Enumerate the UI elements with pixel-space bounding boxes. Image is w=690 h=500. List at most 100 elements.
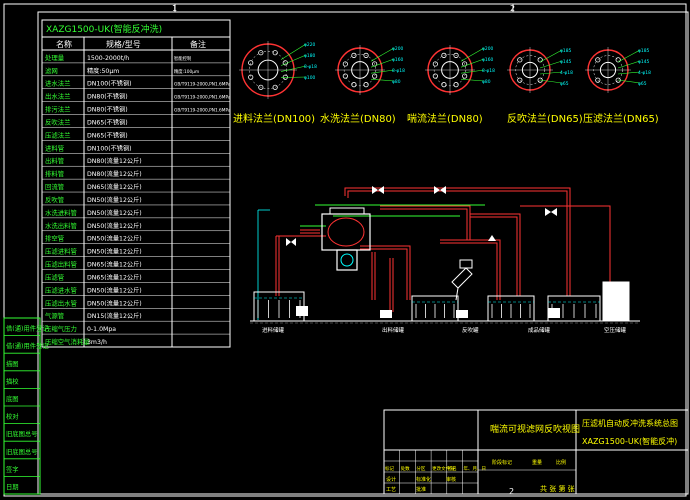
table-cell-note: 精度:100μm bbox=[174, 68, 199, 75]
flange-dim: φ200 bbox=[392, 46, 403, 52]
table-head-note: 备注 bbox=[190, 39, 206, 49]
table-cell-spec: DN65(不锈钢) bbox=[87, 118, 128, 126]
air-lines bbox=[300, 204, 485, 227]
ruler-mark-1: 1 bbox=[172, 4, 177, 13]
table-cell-note: GB/T9119-2000,PN1.6MPa bbox=[174, 95, 231, 101]
flange-dim: 8-φ18 bbox=[304, 64, 317, 70]
flange-4: φ185 φ145 4-φ18 φ65 反吹法兰(DN65) bbox=[507, 47, 583, 125]
table-cell-name: 进水法兰 bbox=[45, 79, 71, 88]
flange-3: φ200 φ160 8-φ18 φ80 喘流法兰(DN80) bbox=[407, 45, 495, 125]
table-cell-name: 压滤进水管 bbox=[45, 285, 77, 294]
filter-housing bbox=[321, 207, 371, 271]
design-label: 设计 bbox=[386, 476, 396, 483]
table-head-name: 名称 bbox=[56, 39, 72, 49]
table-cell-name: 压缩气压力 bbox=[45, 324, 77, 333]
tank-2 bbox=[411, 295, 459, 322]
table-cell-spec: 3m3/h bbox=[87, 339, 107, 346]
table-cell-name: 气源管 bbox=[45, 311, 64, 320]
table-cell-name: 排料管 bbox=[45, 169, 64, 178]
table-cell-spec: DN50(流量12公斤) bbox=[87, 235, 142, 243]
flange-dim: 8-φ18 bbox=[482, 68, 495, 74]
table-cell-spec: DN65(流量12公斤) bbox=[87, 273, 142, 281]
table-head-spec: 规格/型号 bbox=[106, 39, 141, 49]
tank-label: 反吹罐 bbox=[462, 326, 479, 334]
table-cell-name: 压缩空气消耗量 bbox=[45, 337, 90, 346]
flange-dim: φ145 bbox=[638, 59, 649, 65]
ruler-mark-2: 2 bbox=[510, 4, 515, 13]
flange-dim: φ200 bbox=[482, 46, 493, 52]
table-cell-spec: DN80(流量12公斤) bbox=[87, 170, 142, 178]
strip-label: 旧底图总号 bbox=[6, 447, 37, 456]
flange-label: 水洗法兰(DN80) bbox=[320, 112, 396, 125]
table-cell-name: 压滤法兰 bbox=[45, 130, 71, 139]
flange-dim: 8-φ18 bbox=[392, 68, 405, 74]
strip-label: 日期 bbox=[6, 483, 19, 491]
title-row-label: 标记 bbox=[385, 465, 394, 472]
drawing-title: 喘流可视滤网反吹视图 bbox=[490, 423, 580, 435]
title-row-label: 签名 bbox=[448, 465, 457, 472]
design-label: 批准 bbox=[416, 486, 426, 493]
title-row-label: 处数 bbox=[401, 465, 410, 472]
table-cell-name: 回流管 bbox=[45, 182, 64, 191]
drawing-sheet: 1 2 2 XAZG1500-UK(智能反冲洗) 名称 规格/型号 备注 处理量… bbox=[3, 3, 689, 497]
table-cell-spec: DN65(流量12公斤) bbox=[87, 183, 142, 191]
strip-label: 描图 bbox=[6, 359, 19, 368]
model-title: XAZG1500-UK(智能反冲) bbox=[582, 436, 677, 446]
flange-dim: 4-φ18 bbox=[560, 70, 573, 76]
table-cell-spec: DN80(不锈钢) bbox=[87, 93, 128, 101]
left-revision-strip: 借(通)用件登记借(通)用件登记描图描校底图校对旧底图总号旧底图总号签字日期 bbox=[3, 317, 49, 495]
flange-dim: 4-φ18 bbox=[638, 70, 651, 76]
table-cell-spec: DN100(不锈钢) bbox=[87, 144, 132, 152]
flange-dim: φ220 bbox=[304, 42, 315, 48]
flange-2: φ200 φ160 8-φ18 φ80 水洗法兰(DN80) bbox=[320, 45, 405, 125]
design-label: 工艺 bbox=[386, 487, 396, 493]
flange-dim: φ65 bbox=[638, 81, 647, 87]
table-cell-name: 水洗出料管 bbox=[45, 221, 77, 230]
piping-diagram: 进料储罐 出料储罐 反吹罐 成品储罐 空压储罐 bbox=[250, 186, 640, 334]
flange-dim: φ145 bbox=[560, 59, 571, 65]
tank-label: 成品储罐 bbox=[528, 326, 551, 334]
flange-dim: φ80 bbox=[392, 79, 401, 85]
flange-dim: φ180 bbox=[304, 53, 315, 59]
scale-label: 比例 bbox=[556, 459, 566, 466]
table-cell-spec: 精度:50μm bbox=[87, 67, 119, 75]
table-cell-note: 智能控制 bbox=[174, 55, 191, 62]
tank-label: 进料储罐 bbox=[262, 326, 285, 334]
weight-label: 重量 bbox=[532, 459, 542, 466]
flange-dim: φ65 bbox=[560, 81, 569, 87]
table-cell-spec: DN65(流量12公斤) bbox=[87, 261, 142, 269]
ruler-mark-bottom-2: 2 bbox=[509, 487, 514, 496]
title-row-label: 年、月、日 bbox=[464, 465, 487, 472]
flange-dim: φ100 bbox=[304, 75, 315, 81]
strip-label: 借(通)用件登记 bbox=[6, 324, 49, 333]
air-tank bbox=[602, 281, 630, 321]
tank-label: 出料储罐 bbox=[382, 326, 405, 334]
title-block: 喘流可视滤网反吹视图 压滤机自动反冲洗系统总图 XAZG1500-UK(智能反冲… bbox=[383, 409, 689, 495]
stage-label: 阶段标记 bbox=[492, 459, 512, 466]
table-cell-name: 处理量 bbox=[45, 53, 65, 62]
table-cell-spec: DN50(流量12公斤) bbox=[87, 248, 142, 256]
table-cell-name: 排空管 bbox=[45, 234, 64, 243]
table-cell-spec: DN80(不锈钢) bbox=[87, 106, 128, 114]
flange-label: 反吹法兰(DN65) bbox=[507, 112, 583, 125]
flange-dim: φ80 bbox=[482, 79, 491, 85]
design-label: 审核 bbox=[446, 476, 456, 483]
table-cell-spec: DN50(流量12公斤) bbox=[87, 196, 142, 204]
flange-dim: φ160 bbox=[482, 57, 493, 63]
tank-3 bbox=[487, 295, 535, 322]
project-title: 压滤机自动反冲洗系统总图 bbox=[582, 418, 678, 428]
strip-label: 借(通)用件登记 bbox=[6, 341, 49, 350]
title-row-label: 分区 bbox=[416, 465, 425, 472]
table-cell-spec: DN50(流量12公斤) bbox=[87, 209, 142, 217]
table-cell-name: 反吹管 bbox=[45, 195, 64, 204]
design-label: 标准化 bbox=[416, 476, 431, 483]
strip-label: 底图 bbox=[6, 394, 19, 403]
table-cell-note: GB/T9119-2000,PN1.6MPa bbox=[174, 82, 231, 88]
flange-dim: φ185 bbox=[560, 48, 571, 54]
flange-label: 压滤法兰(DN65) bbox=[583, 112, 659, 125]
flange-label: 喘流法兰(DN80) bbox=[407, 112, 483, 125]
sheet-count: 共 张 第 张 bbox=[540, 484, 575, 493]
table-title-mirrored: XAZG1500-UK(智能反冲洗) bbox=[46, 23, 162, 35]
table-cell-spec: 1500-2000t/h bbox=[87, 55, 129, 62]
table-cell-spec: DN65(不锈钢) bbox=[87, 131, 128, 139]
